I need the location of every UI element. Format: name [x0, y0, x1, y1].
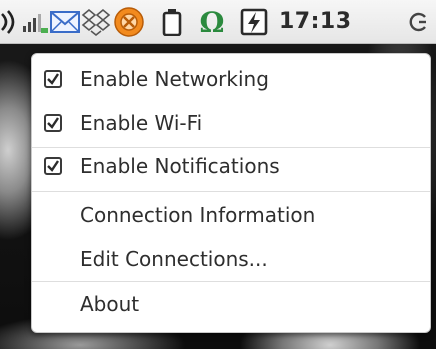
menu-item-label: About — [80, 292, 140, 316]
menu-item-enable-notifications[interactable]: Enable Notifications — [32, 143, 430, 189]
menu-item-edit-connections[interactable]: Edit Connections... — [32, 236, 430, 282]
omega-icon[interactable]: Ω — [197, 6, 227, 38]
sound-icon[interactable] — [0, 6, 18, 38]
menu-item-label: Enable Networking — [80, 67, 269, 91]
top-panel: Ω 17:13 — [0, 0, 436, 44]
menu-item-enable-networking[interactable]: Enable Networking — [32, 56, 430, 102]
menu-item-label: Enable Notifications — [80, 154, 280, 178]
dropbox-icon[interactable] — [81, 6, 111, 38]
battery-icon[interactable] — [161, 6, 183, 38]
checkbox-checked-icon[interactable] — [44, 114, 62, 132]
clock[interactable]: 17:13 — [279, 6, 352, 38]
svg-text:Ω: Ω — [200, 7, 225, 37]
network-signal-icon[interactable] — [22, 6, 48, 38]
network-menu: Enable Networking Enable Wi-Fi Enable No… — [31, 53, 431, 333]
checkbox-checked-icon[interactable] — [44, 157, 62, 175]
menu-item-connection-information[interactable]: Connection Information — [32, 192, 430, 238]
menu-item-enable-wifi[interactable]: Enable Wi-Fi — [32, 100, 430, 146]
update-notifier-icon[interactable] — [113, 6, 145, 38]
checkbox-checked-icon[interactable] — [44, 70, 62, 88]
power-menu-icon[interactable] — [406, 6, 432, 38]
power-icon[interactable] — [239, 6, 269, 38]
menu-item-label: Edit Connections... — [80, 247, 268, 271]
menu-item-label: Enable Wi-Fi — [80, 111, 203, 135]
menu-item-label: Connection Information — [80, 203, 316, 227]
mail-icon[interactable] — [50, 6, 80, 38]
menu-item-about[interactable]: About — [32, 281, 430, 327]
